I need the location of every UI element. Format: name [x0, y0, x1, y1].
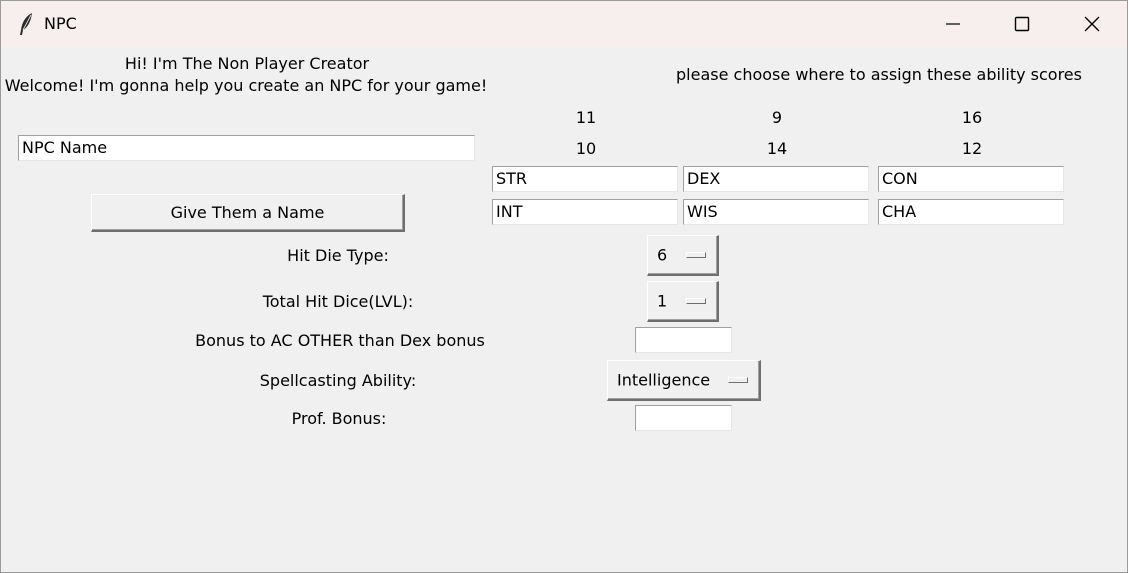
intro-line-2: Welcome! I'm gonna help you create an NP…	[4, 76, 488, 95]
total-hit-dice-label: Total Hit Dice(LVL):	[262, 292, 414, 311]
minimize-icon	[946, 23, 960, 25]
total-hit-dice-value: 1	[657, 291, 668, 311]
dropdown-indicator-icon	[686, 252, 706, 258]
spellcasting-value: Intelligence	[617, 370, 711, 390]
minimize-button[interactable]	[918, 1, 988, 47]
npc-name-field[interactable]: NPC Name	[18, 135, 475, 161]
maximize-button[interactable]	[987, 1, 1057, 47]
ability-score: 9	[771, 108, 783, 127]
hit-die-value: 6	[657, 245, 668, 265]
ac-bonus-field[interactable]	[635, 327, 732, 353]
total-hit-dice-dropdown[interactable]: 1	[647, 281, 719, 322]
give-name-button[interactable]: Give Them a Name	[91, 194, 405, 232]
close-button[interactable]	[1057, 1, 1127, 47]
close-icon	[1084, 16, 1100, 32]
cha-field[interactable]: CHA	[878, 199, 1064, 225]
int-field[interactable]: INT	[492, 199, 678, 225]
maximize-icon	[1014, 16, 1030, 32]
str-field[interactable]: STR	[492, 166, 678, 192]
feather-icon	[20, 13, 32, 35]
wis-field[interactable]: WIS	[683, 199, 869, 225]
ability-score: 11	[575, 108, 597, 127]
title-bar[interactable]: NPC	[1, 1, 1127, 47]
con-field[interactable]: CON	[878, 166, 1064, 192]
hit-die-dropdown[interactable]: 6	[647, 235, 719, 276]
main-content: Hi! I'm The Non Player Creator Welcome! …	[1, 47, 1127, 572]
window-title: NPC	[44, 14, 77, 33]
ability-score: 10	[575, 139, 597, 158]
intro-line-1: Hi! I'm The Non Player Creator	[124, 54, 370, 73]
hit-die-label: Hit Die Type:	[287, 246, 389, 265]
ability-score: 12	[961, 139, 983, 158]
ability-score: 14	[766, 139, 788, 158]
dropdown-indicator-icon	[686, 298, 706, 304]
prof-bonus-field[interactable]	[635, 405, 732, 431]
ac-bonus-label: Bonus to AC OTHER than Dex bonus	[195, 331, 485, 350]
dex-field[interactable]: DEX	[683, 166, 869, 192]
spellcasting-label: Spellcasting Ability:	[259, 371, 417, 390]
prof-bonus-label: Prof. Bonus:	[291, 409, 387, 428]
give-name-button-label: Give Them a Name	[170, 203, 325, 222]
npc-window: NPC Hi! I'm The Non Player Creator Welco…	[0, 0, 1128, 573]
dropdown-indicator-icon	[728, 377, 748, 383]
spellcasting-dropdown[interactable]: Intelligence	[607, 360, 761, 401]
ability-instruction: please choose where to assign these abil…	[676, 65, 1082, 84]
ability-score: 16	[961, 108, 983, 127]
